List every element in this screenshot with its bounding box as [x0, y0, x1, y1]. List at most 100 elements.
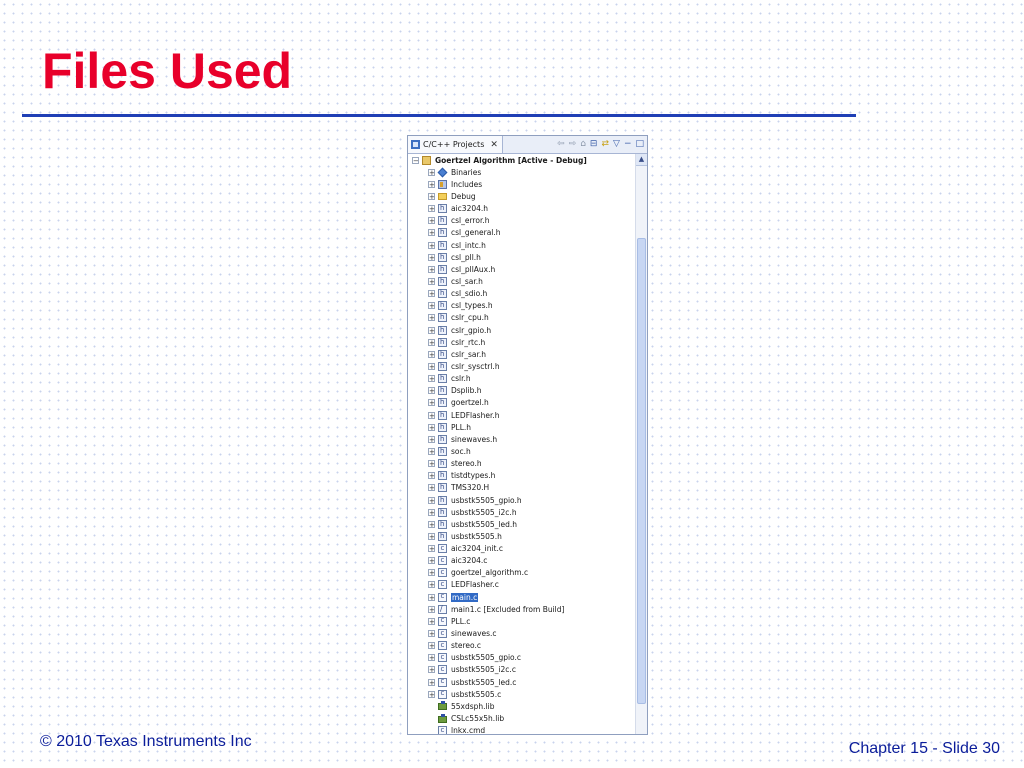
collapse-icon[interactable]: − [412, 156, 419, 164]
expand-icon[interactable]: + [428, 460, 435, 468]
expand-icon[interactable]: + [428, 690, 435, 698]
expand-icon[interactable]: + [428, 253, 435, 261]
expand-icon[interactable]: + [428, 435, 435, 443]
expand-icon[interactable]: + [428, 532, 435, 540]
expand-icon[interactable]: + [428, 581, 435, 589]
tree-item[interactable]: + usbstk5505.h [408, 530, 635, 542]
expand-icon[interactable]: + [428, 642, 435, 650]
expand-icon[interactable]: + [428, 314, 435, 322]
tree-item[interactable]: + PLL.c [408, 615, 635, 627]
minimize-icon[interactable]: − [624, 140, 632, 149]
expand-icon[interactable]: + [428, 496, 435, 504]
tree-item[interactable]: + Debug [408, 190, 635, 202]
expand-icon[interactable]: + [428, 217, 435, 225]
expand-icon[interactable]: + [428, 630, 435, 638]
expand-icon[interactable]: + [428, 326, 435, 334]
expand-icon[interactable]: + [428, 205, 435, 213]
tree-item[interactable]: + csl_sar.h [408, 275, 635, 287]
expand-icon[interactable]: + [428, 375, 435, 383]
tree-item[interactable]: + Includes [408, 178, 635, 190]
tree-item[interactable]: + csl_error.h [408, 215, 635, 227]
tree-item[interactable]: + cslr_gpio.h [408, 324, 635, 336]
tab-cpp-projects[interactable]: C/C++ Projects ✕ [408, 136, 503, 153]
expand-icon[interactable]: + [428, 545, 435, 553]
tree-item[interactable]: + usbstk5505_i2c.h [408, 506, 635, 518]
expand-icon[interactable]: + [428, 447, 435, 455]
expand-icon[interactable]: + [428, 180, 435, 188]
close-icon[interactable]: ✕ [490, 140, 498, 150]
tree-item[interactable]: + main1.c [Excluded from Build] [408, 603, 635, 615]
expand-icon[interactable]: + [428, 338, 435, 346]
expand-icon[interactable]: + [428, 605, 435, 613]
tree-item[interactable]: + cslr_sar.h [408, 348, 635, 360]
tree-item[interactable]: + goertzel_algorithm.c [408, 567, 635, 579]
project-root-node[interactable]: − Goertzel Algorithm [Active - Debug] [408, 154, 635, 166]
tree-item[interactable]: + soc.h [408, 445, 635, 457]
tree-item[interactable]: + usbstk5505.c [408, 688, 635, 700]
expand-icon[interactable]: + [428, 569, 435, 577]
tree-item[interactable]: + cslr_rtc.h [408, 336, 635, 348]
tree-item[interactable]: + csl_general.h [408, 227, 635, 239]
tree-item[interactable]: + tistdtypes.h [408, 470, 635, 482]
tree-item[interactable]: + LEDFlasher.h [408, 409, 635, 421]
expand-icon[interactable]: + [428, 277, 435, 285]
tree-item[interactable]: + usbstk5505_led.h [408, 518, 635, 530]
expand-icon[interactable]: + [428, 423, 435, 431]
scroll-thumb[interactable] [637, 238, 646, 704]
tree-item[interactable]: + usbstk5505_i2c.c [408, 664, 635, 676]
tree-item[interactable]: 55xdsph.lib [408, 700, 635, 712]
expand-icon[interactable]: + [428, 654, 435, 662]
expand-icon[interactable]: + [428, 508, 435, 516]
forward-icon[interactable]: ⇨ [569, 140, 577, 149]
tree-item[interactable]: + cslr_cpu.h [408, 312, 635, 324]
collapse-all-icon[interactable]: ⊟ [590, 140, 598, 149]
tree-item[interactable]: + aic3204_init.c [408, 543, 635, 555]
tree-item[interactable]: + csl_pll.h [408, 251, 635, 263]
maximize-icon[interactable]: □ [635, 140, 644, 149]
expand-icon[interactable]: + [428, 350, 435, 358]
expand-icon[interactable]: + [428, 387, 435, 395]
view-menu-icon[interactable]: ▽ [613, 140, 620, 149]
scroll-up-button[interactable]: ▲ [636, 154, 647, 166]
expand-icon[interactable]: + [428, 666, 435, 674]
tree-item[interactable]: + Dsplib.h [408, 385, 635, 397]
tree-item[interactable]: + sinewaves.h [408, 433, 635, 445]
tree-item[interactable]: + stereo.h [408, 458, 635, 470]
tree-item[interactable]: + goertzel.h [408, 397, 635, 409]
tree-item[interactable]: + TMS320.H [408, 482, 635, 494]
tree-item[interactable]: + PLL.h [408, 421, 635, 433]
expand-icon[interactable]: + [428, 678, 435, 686]
tree-item[interactable]: + csl_sdio.h [408, 288, 635, 300]
vertical-scrollbar[interactable]: ▲ [635, 154, 647, 734]
tree-item[interactable]: + main.c [408, 591, 635, 603]
tree-item[interactable]: + LEDFlasher.c [408, 579, 635, 591]
tree-item[interactable]: + aic3204.h [408, 203, 635, 215]
tree-item[interactable]: + sinewaves.c [408, 627, 635, 639]
tree-item[interactable]: + aic3204.c [408, 555, 635, 567]
expand-icon[interactable]: + [428, 399, 435, 407]
tree-item[interactable]: + csl_intc.h [408, 239, 635, 251]
tree-item[interactable]: + cslr.h [408, 373, 635, 385]
tree-item[interactable]: + csl_pllAux.h [408, 263, 635, 275]
expand-icon[interactable]: + [428, 484, 435, 492]
expand-icon[interactable]: + [428, 411, 435, 419]
tree-item[interactable]: + stereo.c [408, 640, 635, 652]
expand-icon[interactable]: + [428, 290, 435, 298]
tree-item[interactable]: + usbstk5505_gpio.c [408, 652, 635, 664]
expand-icon[interactable]: + [428, 265, 435, 273]
expand-icon[interactable]: + [428, 241, 435, 249]
tree-item[interactable]: lnkx.cmd [408, 725, 635, 734]
tree-item[interactable]: + usbstk5505_gpio.h [408, 494, 635, 506]
tree-item[interactable]: + cslr_sysctrl.h [408, 360, 635, 372]
home-icon[interactable]: ⌂ [580, 140, 586, 149]
expand-icon[interactable]: + [428, 229, 435, 237]
expand-icon[interactable]: + [428, 302, 435, 310]
expand-icon[interactable]: + [428, 472, 435, 480]
tree-item[interactable]: + csl_types.h [408, 300, 635, 312]
tree-item[interactable]: + usbstk5505_led.c [408, 676, 635, 688]
expand-icon[interactable]: + [428, 617, 435, 625]
back-icon[interactable]: ⇦ [557, 140, 565, 149]
expand-icon[interactable]: + [428, 520, 435, 528]
expand-icon[interactable]: + [428, 168, 435, 176]
tree-item[interactable]: + Binaries [408, 166, 635, 178]
